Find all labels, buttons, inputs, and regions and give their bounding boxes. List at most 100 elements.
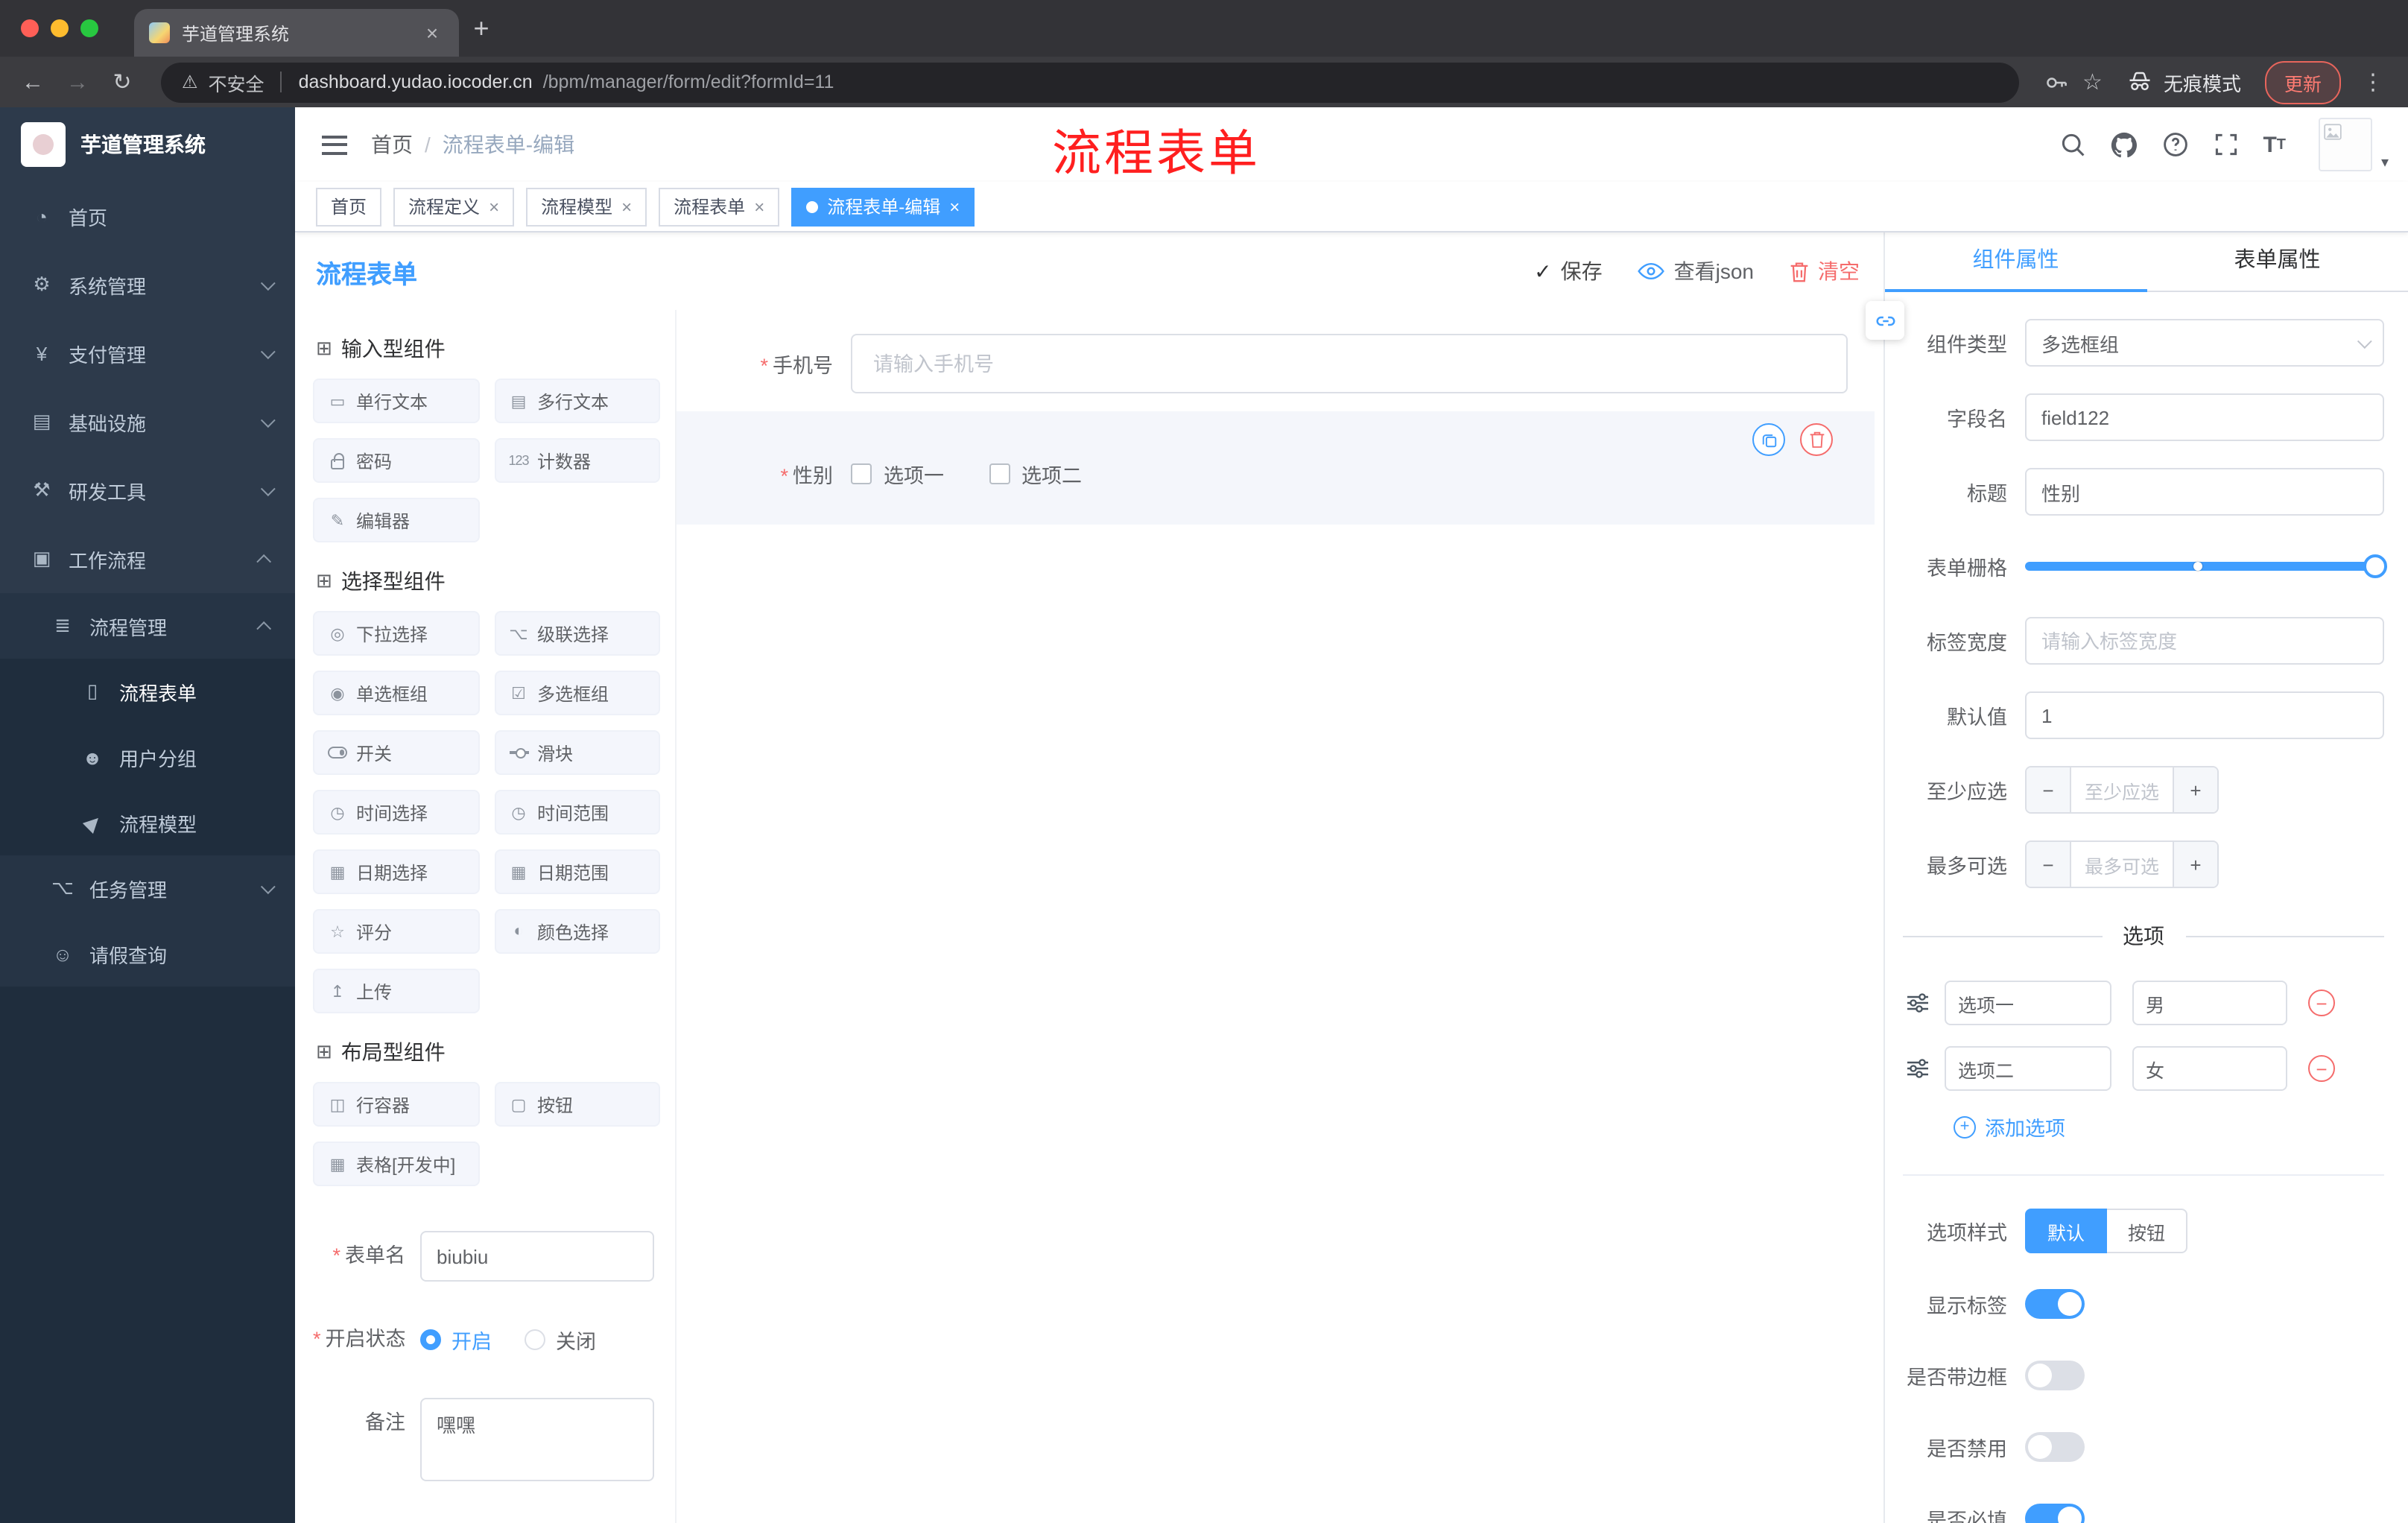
- close-icon[interactable]: ×: [754, 196, 764, 217]
- sidebar-item-process-model[interactable]: ▶ 流程模型: [0, 790, 295, 855]
- grid-slider[interactable]: [2025, 542, 2387, 590]
- max-select-value[interactable]: 最多可选: [2071, 842, 2173, 887]
- chip-switch[interactable]: 开关: [313, 730, 479, 775]
- forward-icon[interactable]: →: [63, 69, 92, 95]
- tag-home[interactable]: 首页: [316, 187, 382, 226]
- field-phone[interactable]: * 手机号: [677, 334, 1883, 393]
- chip-select[interactable]: ◎ 下拉选择: [313, 611, 479, 656]
- chip-button[interactable]: ▢ 按钮: [494, 1082, 660, 1127]
- sidebar-item-home[interactable]: ◔ 首页: [0, 182, 295, 250]
- chip-counter[interactable]: 123 计数器: [494, 438, 660, 483]
- url-box[interactable]: ⚠ 不安全 dashboard.yudao.iocoder.cn/bpm/man…: [161, 62, 2019, 102]
- show-label-toggle[interactable]: [2025, 1289, 2085, 1319]
- hamburger-icon[interactable]: [322, 135, 347, 154]
- status-on-radio[interactable]: 开启: [420, 1325, 492, 1355]
- update-button[interactable]: 更新: [2264, 60, 2341, 104]
- delete-component-button[interactable]: [1800, 423, 1833, 456]
- field-name-input[interactable]: [2025, 393, 2384, 441]
- github-icon[interactable]: [2109, 130, 2138, 159]
- sidebar-item-system[interactable]: ⚙ 系统管理: [0, 250, 295, 319]
- chip-slider[interactable]: 滑块: [494, 730, 660, 775]
- chip-date-range[interactable]: ▦ 日期范围: [494, 849, 660, 894]
- password-key-icon[interactable]: [2042, 69, 2068, 95]
- component-type-select[interactable]: 多选框组: [2025, 319, 2384, 367]
- view-json-button[interactable]: 查看json: [1638, 256, 1754, 286]
- sidebar-item-task-mgmt[interactable]: ⌥ 任务管理: [0, 855, 295, 921]
- gender-option1-checkbox[interactable]: 选项一: [851, 459, 944, 489]
- new-tab-button[interactable]: +: [459, 13, 504, 44]
- increase-button[interactable]: +: [2173, 842, 2217, 887]
- close-icon[interactable]: ×: [949, 196, 960, 217]
- chip-time-range[interactable]: ◷ 时间范围: [494, 790, 660, 835]
- decrease-button[interactable]: −: [2027, 767, 2071, 812]
- default-value-input[interactable]: [2025, 691, 2384, 739]
- form-remark-textarea[interactable]: 嘿嘿: [420, 1398, 654, 1481]
- clear-button[interactable]: 清空: [1790, 256, 1860, 286]
- tag-process-model[interactable]: 流程模型 ×: [526, 187, 647, 226]
- sidebar-item-user-group[interactable]: ☻ 用户分组: [0, 724, 295, 790]
- option-value-input[interactable]: [2132, 981, 2287, 1025]
- required-toggle[interactable]: [2025, 1504, 2085, 1523]
- browser-tab[interactable]: 芋道管理系统 ×: [134, 9, 459, 57]
- font-size-icon[interactable]: TT: [2263, 132, 2286, 157]
- remove-option-icon[interactable]: −: [2308, 990, 2335, 1016]
- tab-component-props[interactable]: 组件属性: [1885, 232, 2146, 292]
- field-gender-selected[interactable]: * 性别 选项一 选项二: [677, 411, 1875, 525]
- chip-checkbox-group[interactable]: ☑ 多选框组: [494, 671, 660, 715]
- border-toggle[interactable]: [2025, 1361, 2085, 1390]
- reload-icon[interactable]: ↻: [107, 69, 137, 95]
- chip-row-container[interactable]: ◫ 行容器: [313, 1082, 479, 1127]
- style-button-button[interactable]: 按钮: [2107, 1209, 2188, 1253]
- copy-component-button[interactable]: [1752, 423, 1785, 456]
- tag-process-form-edit[interactable]: 流程表单-编辑 ×: [791, 187, 975, 226]
- chip-upload[interactable]: ↥ 上传: [313, 969, 479, 1013]
- breadcrumb-home[interactable]: 首页: [371, 130, 413, 159]
- chip-password[interactable]: 密码: [313, 438, 479, 483]
- fullscreen-icon[interactable]: [2212, 131, 2239, 158]
- tag-width-input[interactable]: [2025, 617, 2384, 665]
- title-input[interactable]: [2025, 468, 2384, 516]
- remove-option-icon[interactable]: −: [2308, 1055, 2335, 1082]
- window-zoom-button[interactable]: [80, 19, 98, 37]
- sidebar-item-devtools[interactable]: ⚒ 研发工具: [0, 456, 295, 525]
- sidebar-item-payment[interactable]: ¥ 支付管理: [0, 319, 295, 387]
- bookmark-star-icon[interactable]: ☆: [2082, 69, 2103, 95]
- back-icon[interactable]: ←: [18, 69, 48, 95]
- tag-process-definition[interactable]: 流程定义 ×: [393, 187, 515, 226]
- style-default-button[interactable]: 默认: [2025, 1209, 2108, 1253]
- avatar[interactable]: [2319, 118, 2372, 171]
- chip-table[interactable]: ▦ 表格[开发中]: [313, 1142, 479, 1186]
- slider-handle[interactable]: [2363, 554, 2387, 578]
- gender-option2-checkbox[interactable]: 选项二: [989, 459, 1082, 489]
- sidebar-item-process-mgmt[interactable]: ≣ 流程管理: [0, 593, 295, 659]
- tab-form-props[interactable]: 表单属性: [2146, 232, 2408, 291]
- sidebar-item-infra[interactable]: ▤ 基础设施: [0, 387, 295, 456]
- window-minimize-button[interactable]: [51, 19, 69, 37]
- tag-process-form[interactable]: 流程表单 ×: [659, 187, 780, 226]
- chip-editor[interactable]: ✎ 编辑器: [313, 498, 479, 542]
- close-icon[interactable]: ×: [621, 196, 632, 217]
- tab-close-icon[interactable]: ×: [420, 21, 444, 45]
- save-button[interactable]: ✓ 保存: [1534, 256, 1602, 286]
- add-option-button[interactable]: + 添加选项: [1954, 1112, 2384, 1142]
- chip-radio-group[interactable]: ◉ 单选框组: [313, 671, 479, 715]
- option-value-input[interactable]: [2132, 1046, 2287, 1091]
- link-icon[interactable]: [1866, 301, 1904, 340]
- help-icon[interactable]: [2161, 131, 2188, 158]
- close-icon[interactable]: ×: [489, 196, 499, 217]
- decrease-button[interactable]: −: [2027, 842, 2071, 887]
- window-close-button[interactable]: [21, 19, 39, 37]
- chip-cascader[interactable]: ⌥ 级联选择: [494, 611, 660, 656]
- drag-handle-icon[interactable]: [1906, 1057, 1930, 1080]
- increase-button[interactable]: +: [2173, 767, 2217, 812]
- option-name-input[interactable]: [1945, 981, 2111, 1025]
- browser-menu-icon[interactable]: ⋮: [2356, 69, 2390, 95]
- sidebar-item-leave-query[interactable]: ☺ 请假查询: [0, 921, 295, 987]
- chip-multi-text[interactable]: ▤ 多行文本: [494, 379, 660, 423]
- chip-time[interactable]: ◷ 时间选择: [313, 790, 479, 835]
- sidebar-item-workflow[interactable]: ▣ 工作流程: [0, 525, 295, 593]
- search-icon[interactable]: [2059, 131, 2085, 158]
- chip-rate[interactable]: ☆ 评分: [313, 909, 479, 954]
- disabled-toggle[interactable]: [2025, 1432, 2085, 1462]
- status-off-radio[interactable]: 关闭: [525, 1325, 596, 1355]
